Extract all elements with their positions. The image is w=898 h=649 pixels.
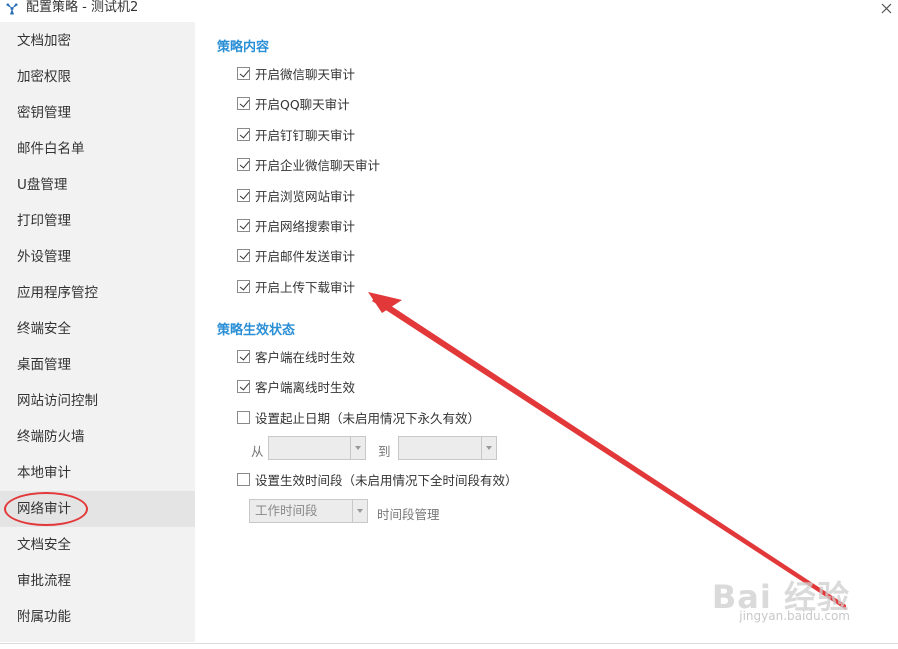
checkbox[interactable]: [237, 248, 250, 262]
option-label: 开启QQ聊天审计: [255, 96, 350, 112]
option-qq-audit[interactable]: 开启QQ聊天审计: [237, 94, 350, 112]
sidebar-item-label: 邮件白名单: [17, 141, 85, 157]
sidebar-item-label: 打印管理: [17, 213, 71, 229]
main-panel: 策略内容 开启微信聊天审计 开启QQ聊天审计 开启钉钉聊天审计 开启企业微信聊天…: [195, 22, 898, 642]
option-label: 开启邮件发送审计: [255, 248, 356, 264]
window-title: 配置策略 - 测试机2: [26, 0, 139, 15]
option-label: 开启钉钉聊天审计: [255, 127, 356, 143]
option-online-effective[interactable]: 客户端在线时生效: [237, 347, 355, 365]
sidebar-item-label: U盘管理: [17, 177, 68, 193]
option-label: 开启企业微信聊天审计: [255, 157, 381, 173]
sidebar-item-label: 外设管理: [17, 249, 71, 265]
fan-icon: [6, 3, 18, 15]
option-label: 开启上传下载审计: [255, 279, 356, 295]
sidebar-item-label: 附属功能: [17, 609, 71, 625]
option-label: 设置生效时间段（未启用情况下全时间段有效）: [255, 472, 518, 488]
sidebar-item-label: 网站访问控制: [17, 393, 98, 409]
sidebar-item-label: 密钥管理: [17, 105, 71, 121]
checkbox[interactable]: [237, 379, 250, 393]
sidebar-item-label: 本地审计: [17, 465, 71, 481]
sidebar-item-label: 文档安全: [17, 537, 71, 553]
option-wechat-audit[interactable]: 开启微信聊天审计: [237, 64, 355, 82]
checkbox[interactable]: [237, 96, 250, 110]
checkbox[interactable]: [237, 410, 250, 424]
sidebar-item-document-security[interactable]: 文档安全: [0, 527, 195, 563]
sidebar-item-label: 加密权限: [17, 69, 71, 85]
option-label: 开启微信聊天审计: [255, 66, 356, 82]
sidebar-item-endpoint-security[interactable]: 终端安全: [0, 311, 195, 347]
sidebar-item-endpoint-firewall[interactable]: 终端防火墙: [0, 419, 195, 455]
option-label: 客户端在线时生效: [255, 349, 356, 365]
option-browse-audit[interactable]: 开启浏览网站审计: [237, 186, 355, 204]
sidebar: 文档加密 加密权限 密钥管理 邮件白名单 U盘管理 打印管理 外设管理 应用程序…: [0, 22, 195, 642]
option-offline-effective[interactable]: 客户端离线时生效: [237, 377, 355, 395]
checkbox[interactable]: [237, 218, 250, 232]
sidebar-item-app-control[interactable]: 应用程序管控: [0, 275, 195, 311]
from-label: 从: [251, 444, 264, 459]
sidebar-item-approval-flow[interactable]: 审批流程: [0, 563, 195, 599]
option-label: 开启浏览网站审计: [255, 188, 356, 204]
checkbox[interactable]: [237, 66, 250, 80]
sidebar-item-auxiliary-functions[interactable]: 附属功能: [0, 599, 195, 635]
highlight-circle-annotation: [4, 492, 88, 526]
sidebar-item-print-management[interactable]: 打印管理: [0, 203, 195, 239]
sidebar-item-peripheral-management[interactable]: 外设管理: [0, 239, 195, 275]
to-label: 到: [378, 444, 391, 459]
close-icon: [881, 3, 891, 14]
option-label: 客户端离线时生效: [255, 379, 356, 395]
option-upload-download-audit[interactable]: 开启上传下载审计: [237, 277, 355, 295]
sidebar-item-website-access-control[interactable]: 网站访问控制: [0, 383, 195, 419]
policy-content-title: 策略内容: [217, 40, 270, 55]
checkbox[interactable]: [237, 157, 250, 171]
sidebar-item-label: 终端防火墙: [17, 429, 85, 445]
option-time-period[interactable]: 设置生效时间段（未启用情况下全时间段有效）: [237, 470, 518, 488]
option-label: 设置起止日期（未启用情况下永久有效）: [255, 410, 481, 426]
end-date-select[interactable]: [398, 436, 497, 460]
watermark-url: jingyan.baidu.com: [739, 609, 850, 623]
sidebar-item-label: 终端安全: [17, 321, 71, 337]
sidebar-item-network-audit[interactable]: 网络审计: [0, 491, 195, 527]
option-search-audit[interactable]: 开启网络搜索审计: [237, 216, 355, 234]
sidebar-item-doc-encryption[interactable]: 文档加密: [0, 23, 195, 59]
sidebar-item-label: 应用程序管控: [17, 285, 98, 301]
sidebar-item-label: 文档加密: [17, 33, 71, 49]
time-period-select[interactable]: 工作时间段: [249, 499, 368, 523]
time-period-manage-link[interactable]: 时间段管理: [377, 504, 440, 523]
chevron-down-icon: [352, 500, 367, 522]
start-date-select[interactable]: [268, 436, 366, 460]
chevron-down-icon: [481, 437, 496, 459]
sidebar-item-local-audit[interactable]: 本地审计: [0, 455, 195, 491]
checkbox[interactable]: [237, 188, 250, 202]
option-mail-audit[interactable]: 开启邮件发送审计: [237, 246, 355, 264]
sidebar-item-mail-whitelist[interactable]: 邮件白名单: [0, 131, 195, 167]
option-label: 开启网络搜索审计: [255, 218, 356, 234]
checkbox[interactable]: [237, 279, 250, 293]
sidebar-item-label: 审批流程: [17, 573, 71, 589]
time-period-value: 工作时间段: [255, 503, 318, 518]
bottom-divider: [0, 643, 898, 644]
sidebar-item-desktop-management[interactable]: 桌面管理: [0, 347, 195, 383]
sidebar-item-encryption-permission[interactable]: 加密权限: [0, 59, 195, 95]
sidebar-item-label: 桌面管理: [17, 357, 71, 373]
chevron-down-icon: [350, 437, 365, 459]
checkbox[interactable]: [237, 127, 250, 141]
checkbox[interactable]: [237, 349, 250, 363]
title-bar: 配置策略 - 测试机2: [0, 0, 898, 17]
option-date-range[interactable]: 设置起止日期（未启用情况下永久有效）: [237, 408, 480, 426]
close-button[interactable]: [874, 0, 898, 17]
sidebar-item-usb-management[interactable]: U盘管理: [0, 167, 195, 203]
option-dingtalk-audit[interactable]: 开启钉钉聊天审计: [237, 125, 355, 143]
policy-status-title: 策略生效状态: [217, 323, 296, 338]
checkbox[interactable]: [237, 472, 250, 486]
option-wecom-audit[interactable]: 开启企业微信聊天审计: [237, 155, 380, 173]
sidebar-item-key-management[interactable]: 密钥管理: [0, 95, 195, 131]
